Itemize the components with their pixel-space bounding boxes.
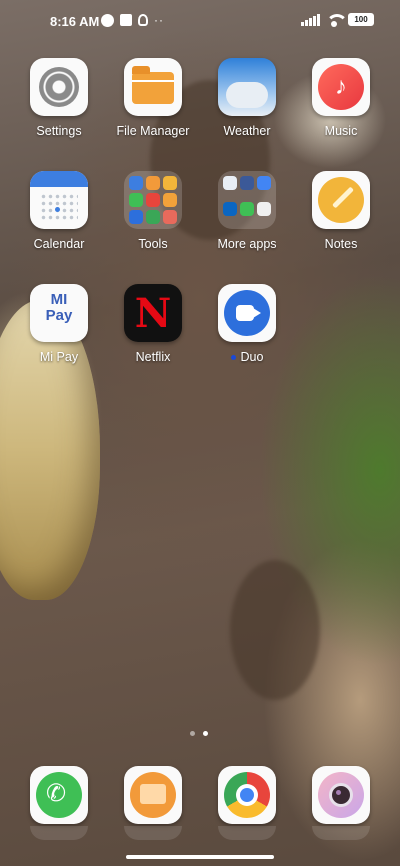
status-bar: 8:16 AM ·· 100 xyxy=(0,0,400,44)
app-label: Weather xyxy=(223,124,271,138)
app-label: More apps xyxy=(217,237,277,251)
notification-icons: ·· xyxy=(101,13,164,27)
clock: 8:16 AM xyxy=(50,14,100,29)
duo-label-text: Duo xyxy=(240,350,264,364)
app-calendar[interactable]: Calendar xyxy=(14,171,104,251)
system-icons: 100 xyxy=(301,13,374,27)
netflix-icon: N xyxy=(124,284,182,342)
app-label: Mi Pay xyxy=(39,350,79,364)
page-dot-active[interactable] xyxy=(203,731,208,736)
message-bubble-icon xyxy=(140,784,166,804)
phone-handset-icon: ✆ xyxy=(46,780,67,807)
data-saver-icon xyxy=(101,13,114,27)
signal-icon xyxy=(301,13,320,26)
wifi-icon xyxy=(326,13,348,27)
dock-reflection xyxy=(124,826,182,840)
pen-icon xyxy=(312,171,370,229)
app-label: Duo xyxy=(230,350,264,364)
dock-reflection xyxy=(312,826,370,840)
app-folder-icon xyxy=(124,171,182,229)
lightbulb-icon xyxy=(138,14,148,26)
app-label: Music xyxy=(324,124,358,138)
app-settings[interactable]: Settings xyxy=(14,58,104,138)
app-file-manager[interactable]: File Manager xyxy=(108,58,198,138)
cloud-icon xyxy=(218,58,276,116)
home-gesture-bar[interactable] xyxy=(126,855,274,859)
app-mi-pay[interactable]: MI Pay Mi Pay xyxy=(14,284,104,364)
page-dot[interactable] xyxy=(190,731,195,736)
screenshot-icon xyxy=(120,14,132,26)
dock-phone[interactable]: ✆ xyxy=(30,766,88,824)
dock-reflection xyxy=(30,826,88,840)
dock-camera[interactable] xyxy=(312,766,370,824)
app-label: Netflix xyxy=(135,350,171,364)
music-note-icon: ♪ xyxy=(312,58,370,116)
folder-icon xyxy=(124,58,182,116)
app-music[interactable]: ♪ Music xyxy=(296,58,386,138)
app-label: Settings xyxy=(36,124,82,138)
app-duo[interactable]: Duo xyxy=(202,284,292,364)
battery-level: 100 xyxy=(354,14,368,24)
app-notes[interactable]: Notes xyxy=(296,171,386,251)
battery-icon: 100 xyxy=(348,13,374,26)
app-label: File Manager xyxy=(116,124,190,138)
app-weather[interactable]: Weather xyxy=(202,58,292,138)
app-netflix[interactable]: N Netflix xyxy=(108,284,198,364)
page-indicator[interactable] xyxy=(190,731,208,736)
app-label: Calendar xyxy=(33,237,85,251)
app-label: Notes xyxy=(324,237,358,251)
app-folder-icon xyxy=(218,171,276,229)
app-label: Tools xyxy=(138,237,168,251)
wallpaper-bark xyxy=(230,560,320,700)
more-notifications-icon: ·· xyxy=(154,13,164,27)
mi-pay-icon: MI Pay xyxy=(30,284,88,342)
calendar-icon xyxy=(30,171,88,229)
camera-lens-icon xyxy=(329,783,353,807)
folder-more-apps[interactable]: More apps xyxy=(202,171,292,251)
dock-chrome[interactable] xyxy=(218,766,276,824)
gear-icon xyxy=(30,58,88,116)
video-camera-icon xyxy=(218,284,276,342)
dock-messages[interactable] xyxy=(124,766,182,824)
dock-reflection xyxy=(218,826,276,840)
new-install-dot xyxy=(230,355,236,361)
folder-tools[interactable]: Tools xyxy=(108,171,198,251)
